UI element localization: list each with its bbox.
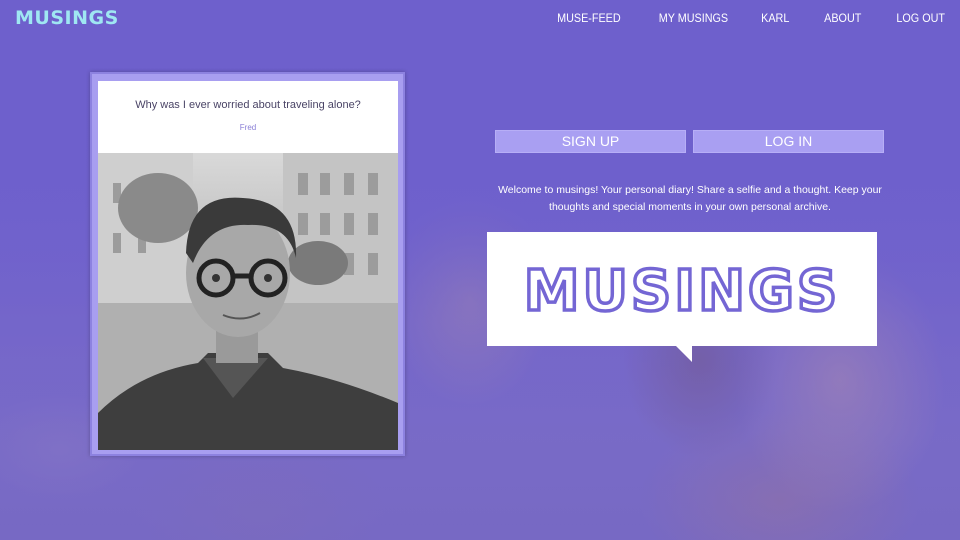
selfie-photo	[98, 153, 398, 450]
nav-link-about[interactable]: ABOUT	[824, 11, 861, 25]
nav-link-log-out[interactable]: LOG OUT	[896, 11, 945, 25]
logo-bubble-tail	[675, 345, 692, 362]
post-author: Fred	[239, 123, 257, 132]
nav-links: MUSE-FEED MY MUSINGS KARL ABOUT LOG OUT	[520, 11, 945, 25]
logo-text: MUSINGS	[524, 259, 841, 324]
brand-logo[interactable]: MUSINGS	[15, 7, 119, 29]
post-card-inner: Why was I ever worried about traveling a…	[98, 81, 398, 450]
selfie-illustration	[98, 153, 398, 450]
post-caption: Why was I ever worried about traveling a…	[98, 81, 398, 153]
log-in-button[interactable]: LOG IN	[693, 130, 884, 153]
nav-link-muse-feed[interactable]: MUSE-FEED	[558, 11, 622, 25]
sign-up-button[interactable]: SIGN UP	[495, 130, 686, 153]
nav-link-my-musings[interactable]: MY MUSINGS	[659, 11, 728, 25]
musings-logo-wordmark: MUSINGS	[522, 257, 841, 326]
welcome-text: Welcome to musings! Your personal diary!…	[498, 184, 882, 213]
post-quote: Why was I ever worried about traveling a…	[135, 99, 361, 111]
logo-speech-bubble: MUSINGS	[487, 232, 877, 346]
nav-link-profile[interactable]: KARL	[761, 11, 789, 25]
top-nav: MUSINGS MUSE-FEED MY MUSINGS KARL ABOUT …	[0, 0, 960, 38]
post-card[interactable]: Why was I ever worried about traveling a…	[90, 72, 405, 456]
